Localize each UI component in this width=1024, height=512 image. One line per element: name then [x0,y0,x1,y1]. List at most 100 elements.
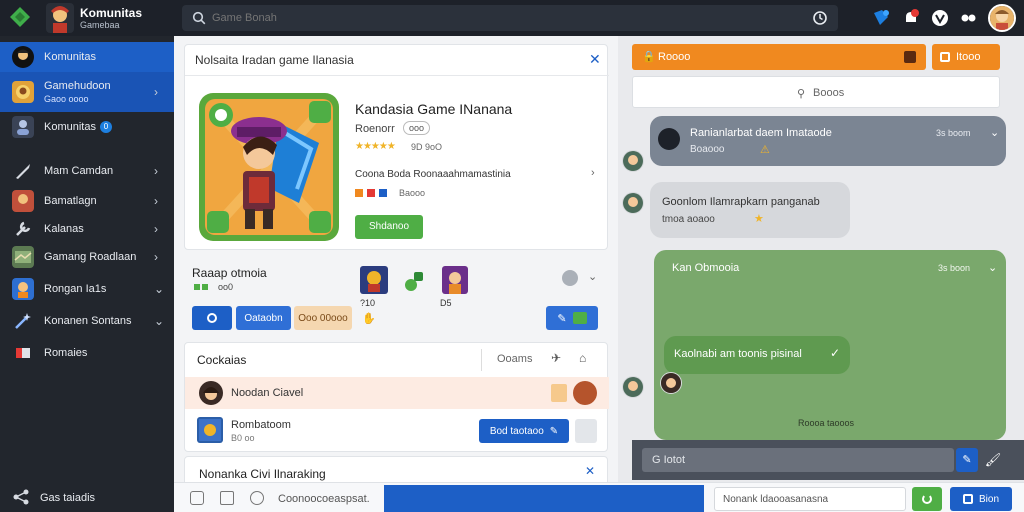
check-icon: ✓ [830,346,841,360]
search-icon: ⚲ [797,88,806,100]
sidebar-item-bamatlagn[interactable]: Bamatlagn › [0,186,174,216]
user-avatar[interactable] [988,4,1016,32]
composer-text[interactable]: Coonoocoeaspsat. [278,493,370,505]
rank-thumb[interactable] [442,266,468,294]
chevron-down-icon: ⌄ [154,282,165,296]
refresh-icon [922,494,932,504]
table-row[interactable]: Rombatoom B0 oo Bod taotaoo ✎ [185,413,609,449]
chevron-down-icon: ⌄ [154,314,165,328]
close-icon[interactable]: ✕ [585,464,595,478]
user-icon[interactable] [562,270,578,286]
sidebar-item-rongan[interactable]: Rongan Ia1s ⌄ [0,274,174,304]
avatar-icon [12,46,34,68]
magic-icon [12,310,34,332]
tag-icon [367,189,375,197]
inner-bubble-text: Kaolnabi am toonis pisinal [674,348,802,360]
search-bar[interactable] [182,5,838,31]
home-icon[interactable]: ⌂ [579,351,586,365]
sword-icon [12,160,34,182]
app-logo-icon[interactable] [8,6,32,28]
chevron-right-icon: › [154,222,158,236]
sidebar-item-komunitas[interactable]: Komunitas [0,42,174,72]
share-icon [12,488,30,506]
chat-search[interactable]: ⚲ Booos [632,76,1000,108]
game-meta-badge: ooo [403,121,431,135]
emoji-icon[interactable] [250,491,264,505]
brush-icon[interactable]: 🖌 [982,448,1004,472]
close-icon[interactable]: ✕ [589,51,601,68]
badge-icon [551,384,567,402]
tab-home[interactable] [192,306,232,330]
sender-avatar [658,128,680,150]
send-icon [962,494,973,504]
row-thumb [197,417,223,443]
chat-composer: G Iotot ✎ 🖌 [632,440,1024,480]
chat-icon[interactable] [957,7,979,29]
message-avatar [622,376,644,398]
refresh-button[interactable] [912,487,942,511]
toggle-button[interactable]: ✎ [546,306,598,330]
inner-bubble: Kaolnabi am toonis pisinal ✓ [664,336,850,374]
sidebar-item-mam-camdan[interactable]: Mam Camdan › [0,156,174,186]
sidebar-footer[interactable]: Gas taiadis [0,484,174,512]
search-input[interactable] [212,8,772,28]
notification-icon[interactable] [900,7,922,29]
main-panel: Nolsaita Iradan game Ilanasia ✕ Kandasia… [174,36,618,486]
chevron-right-icon: › [154,250,158,264]
attach-icon[interactable] [190,491,204,505]
sidebar-item-gamang-roadlaan[interactable]: Gamang Roadlaan › [0,242,174,272]
document-icon[interactable] [220,491,234,505]
table-row[interactable]: Noodan Ciavel [185,377,609,409]
cookies-right-label: Ooams [497,353,533,365]
shield-icon[interactable] [929,7,951,29]
more-button[interactable] [575,419,597,443]
send-button[interactable]: Bion [950,487,1012,511]
rank-thumb[interactable] [360,266,388,294]
sidebar-item-romaies[interactable]: Romaies [0,338,174,368]
edit-icon[interactable]: ✎ [956,448,978,472]
clock-icon[interactable] [812,10,828,26]
sidebar-item-konanen-sontans[interactable]: Konanen Sontans ⌄ [0,306,174,336]
flag-icon [12,342,34,364]
ranking-title: Raaap otmoia [192,266,267,280]
rank-thumb[interactable] [402,268,428,294]
row-action-button[interactable]: Bod taotaoo ✎ [479,419,569,443]
sidebar-item-label: Romaies [44,347,88,359]
chevron-right-icon: › [154,85,158,99]
message-bubble[interactable]: Ranianlarbat daem Imataode 3s boom ⌄ Boa… [650,116,1006,166]
rank-count: ?10 [360,298,376,308]
wrench-icon [12,218,34,240]
right-input[interactable]: Nonank ldaooasanasna [714,487,906,511]
message-sub: Boaooo [690,144,725,155]
tab-ooo[interactable]: Ooo 00ooo [294,306,352,330]
sidebar-item-label: Gamehudoon [44,80,111,92]
puzzle-icon[interactable] [870,7,892,29]
game-thumb-icon [12,81,34,103]
message-title: Ranianlarbat daem Imataode [690,127,832,139]
hand-icon[interactable]: ✋ [362,312,376,325]
composer-input[interactable]: G Iotot [642,448,954,472]
puzzle-icon [572,312,587,324]
chat-tab-button[interactable]: 🔒 Roooo [632,44,926,70]
edit-icon: ✎ [549,425,559,437]
people-icon [12,116,34,138]
chat-panel: 🔒 Roooo Itooo ⚲ Booos Ranianlarbat daem … [618,36,1024,512]
sidebar-item-komunitas-2[interactable]: Komunitas 0 [0,112,174,142]
tab-oataobn[interactable]: Oataobn [236,306,291,330]
game-cover-image[interactable] [199,93,339,241]
chevron-down-icon[interactable]: ⌄ [588,270,597,283]
sidebar-item-label: Komunitas [44,121,96,133]
sidebar-item-gamehudoon[interactable]: Gamehudoon Gaoo oooo › [0,72,174,112]
top-bar: Komunitas Gamebaa [0,0,1024,36]
rank-count: D5 [440,298,452,308]
message-time: 3s boom [936,128,971,138]
message-bubble[interactable]: Goonlom Ilamrapkarn panganab tmoa aoaoo … [650,182,850,238]
chat-tab-button-2[interactable]: Itooo [932,44,1000,70]
game-action-button[interactable]: Shdanoo [355,215,423,239]
message-bubble-large[interactable]: Kan Obmooia 3s boon ⌄ Kaolnabi am toonis… [654,250,1006,440]
sidebar-item-kalanas[interactable]: Kalanas › [0,214,174,244]
chevron-right-icon[interactable]: › [591,167,595,179]
message-avatar [622,150,644,172]
row-avatar [199,381,223,405]
pin-icon[interactable]: ✈ [551,351,561,365]
